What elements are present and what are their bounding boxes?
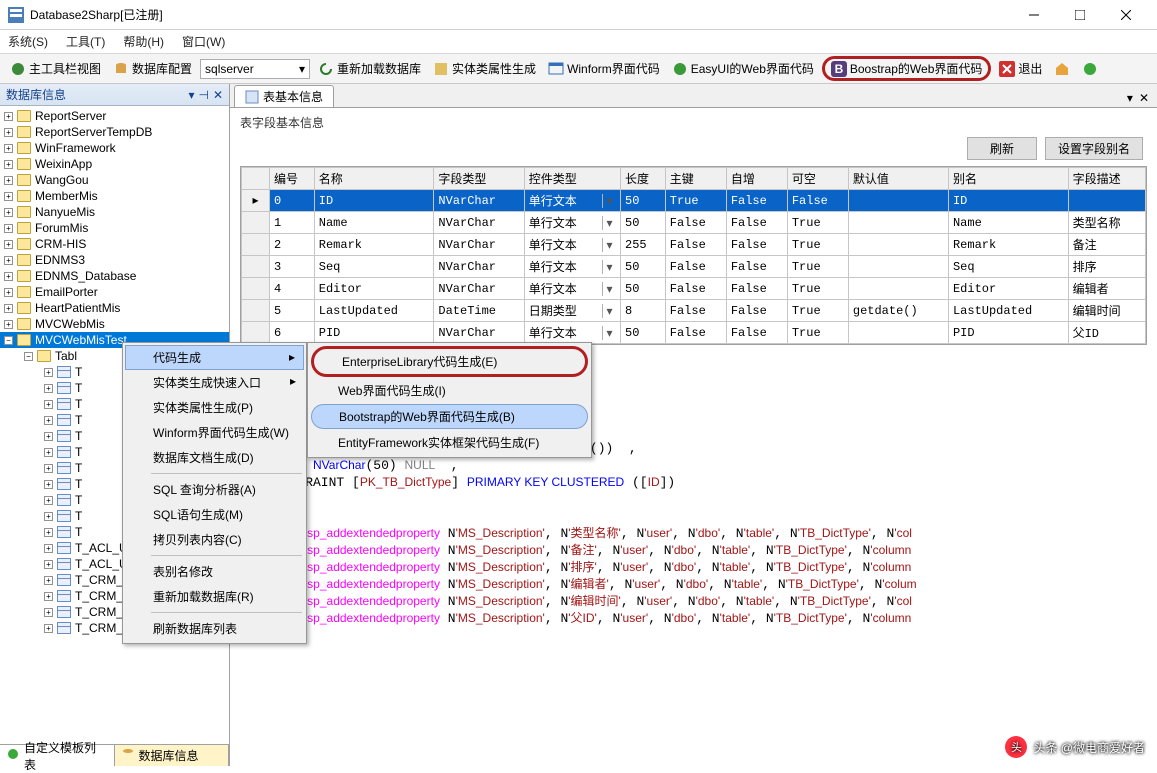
db-node[interactable]: +CRM-HIS (0, 236, 229, 252)
db-node[interactable]: +EDNMS_Database (0, 268, 229, 284)
sidebar-tab-templates[interactable]: 自定义模板列表 (0, 745, 115, 766)
sidebar-tab-dbinfo[interactable]: 数据库信息 (115, 745, 230, 766)
ctx-sql-analyzer[interactable]: SQL 查询分析器(A) (125, 477, 304, 502)
ctx-entity-attr[interactable]: 实体类属性生成(P) (125, 395, 304, 420)
table-row[interactable]: 3SeqNVarChar单行文本▾50FalseFalseTrueSeq排序 (242, 256, 1146, 278)
table-row[interactable]: 1NameNVarChar单行文本▾50FalseFalseTrueName类型… (242, 212, 1146, 234)
content-tab[interactable]: 表基本信息 (234, 85, 334, 107)
table-row[interactable]: 4EditorNVarChar单行文本▾50FalseFalseTrueEdit… (242, 278, 1146, 300)
toolbar-db-type-select[interactable]: sqlserver▾ (200, 59, 310, 79)
field-grid[interactable]: 编号名称字段类型控件类型长度主键自增可空默认值别名字段描述▸0IDNVarCha… (240, 166, 1147, 345)
minimize-button[interactable] (1011, 0, 1057, 30)
db-node[interactable]: +HeartPatientMis (0, 300, 229, 316)
menu-tools[interactable]: 工具(T) (66, 33, 105, 50)
tab-close-icon[interactable]: ✕ (1139, 91, 1149, 105)
db-node[interactable]: +MemberMis (0, 188, 229, 204)
db-node[interactable]: +EmailPorter (0, 284, 229, 300)
watermark: 头 头条 @微电商爱好者 (1005, 736, 1145, 758)
app-icon (8, 7, 24, 23)
toolbar-db-config[interactable]: 数据库配置 (109, 58, 196, 79)
db-node[interactable]: +WinFramework (0, 140, 229, 156)
db-node[interactable]: +WeixinApp (0, 156, 229, 172)
refresh-button[interactable]: 刷新 (967, 137, 1037, 160)
table-row[interactable]: 2RemarkNVarChar单行文本▾255FalseFalseTrueRem… (242, 234, 1146, 256)
sub-header: 表字段基本信息 (230, 108, 1157, 137)
table-row[interactable]: ▸0IDNVarChar单行文本▾50TrueFalseFalseID (242, 190, 1146, 212)
db-node[interactable]: +ReportServer (0, 108, 229, 124)
sidebar-close-icon[interactable]: ✕ (213, 88, 223, 102)
ctx-alias[interactable]: 表别名修改 (125, 559, 304, 584)
toolbar-reload[interactable]: 重新加载数据库 (314, 58, 425, 79)
table-row[interactable]: 6PIDNVarChar单行文本▾50FalseFalseTruePID父ID (242, 322, 1146, 344)
sub-web[interactable]: Web界面代码生成(I) (310, 378, 589, 403)
ctx-sql-gen[interactable]: SQL语句生成(M) (125, 502, 304, 527)
ctx-refresh[interactable]: 刷新数据库列表 (125, 616, 304, 641)
db-node[interactable]: +EDNMS3 (0, 252, 229, 268)
svg-text:B: B (835, 62, 844, 76)
toolbar-winform[interactable]: Winform界面代码 (544, 58, 664, 79)
ctx-reload[interactable]: 重新加载数据库(R) (125, 584, 304, 609)
ctx-dbdoc[interactable]: 数据库文档生成(D) (125, 445, 304, 470)
table-row[interactable]: 5LastUpdatedDateTime日期类型▾8FalseFalseTrue… (242, 300, 1146, 322)
db-node[interactable]: +ReportServerTempDB (0, 124, 229, 140)
toolbar: 主工具栏视图 数据库配置 sqlserver▾ 重新加载数据库 实体类属性生成 … (0, 54, 1157, 84)
toolbar-bootstrap[interactable]: BBoostrap的Web界面代码 (822, 56, 992, 81)
set-alias-button[interactable]: 设置字段别名 (1045, 137, 1143, 160)
ctx-entity-quick[interactable]: 实体类生成快速入口▸ (125, 370, 304, 395)
toolbar-home-icon[interactable] (1050, 59, 1074, 79)
sub-bootstrap[interactable]: Bootstrap的Web界面代码生成(B) (311, 404, 588, 429)
menu-system[interactable]: 系统(S) (8, 33, 48, 50)
window-title: Database2Sharp[已注册] (30, 6, 1011, 23)
menu-window[interactable]: 窗口(W) (182, 33, 225, 50)
menu-help[interactable]: 帮助(H) (123, 33, 164, 50)
toolbar-easyui[interactable]: EasyUI的Web界面代码 (668, 58, 818, 79)
watermark-icon: 头 (1005, 736, 1027, 758)
content-tabstrip: 表基本信息 ▾ ✕ (230, 84, 1157, 108)
sub-ef[interactable]: EntityFramework实体框架代码生成(F) (310, 430, 589, 455)
toolbar-entity-attr[interactable]: 实体类属性生成 (429, 58, 540, 79)
context-menu[interactable]: 代码生成▸ 实体类生成快速入口▸ 实体类属性生成(P) Winform界面代码生… (122, 342, 307, 644)
db-node[interactable]: +WangGou (0, 172, 229, 188)
titlebar: Database2Sharp[已注册] (0, 0, 1157, 30)
sub-enterprise[interactable]: EnterpriseLibrary代码生成(E) (311, 346, 588, 377)
sidebar-pin-icon[interactable]: ⊣ (198, 88, 208, 102)
maximize-button[interactable] (1057, 0, 1103, 30)
ctx-copy-table[interactable]: 拷贝列表内容(C) (125, 527, 304, 552)
toolbar-main-view[interactable]: 主工具栏视图 (6, 58, 105, 79)
close-button[interactable] (1103, 0, 1149, 30)
ctx-codegen[interactable]: 代码生成▸ (125, 345, 304, 370)
tab-dropdown-icon[interactable]: ▾ (1127, 91, 1133, 105)
toolbar-refresh-icon[interactable] (1078, 59, 1102, 79)
context-submenu[interactable]: EnterpriseLibrary代码生成(E) Web界面代码生成(I) Bo… (307, 342, 592, 458)
ctx-winform[interactable]: Winform界面代码生成(W) (125, 420, 304, 445)
menubar: 系统(S) 工具(T) 帮助(H) 窗口(W) (0, 30, 1157, 54)
sidebar-dropdown-icon[interactable]: ▾ (188, 88, 194, 102)
db-node[interactable]: +MVCWebMis (0, 316, 229, 332)
toolbar-exit[interactable]: 退出 (995, 58, 1046, 79)
sidebar-header: 数据库信息 ▾ ⊣ ✕ (0, 84, 229, 106)
db-node[interactable]: +NanyueMis (0, 204, 229, 220)
table-icon (245, 90, 259, 104)
db-node[interactable]: +ForumMis (0, 220, 229, 236)
